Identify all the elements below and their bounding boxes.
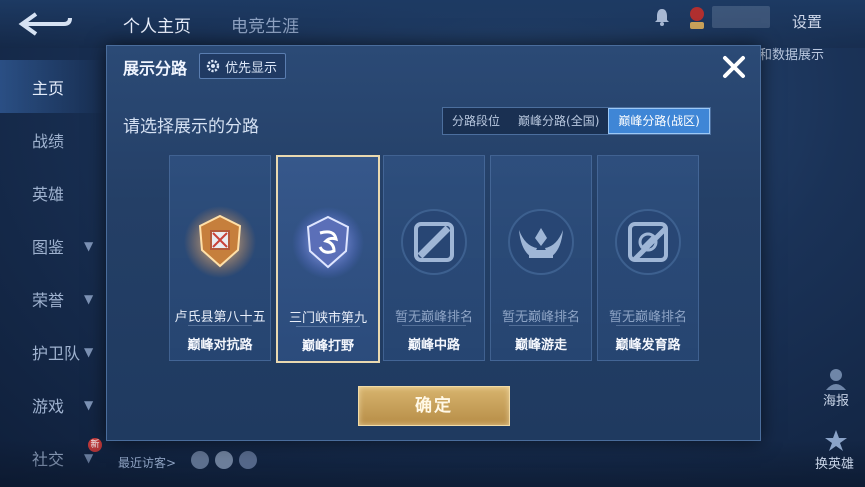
gear-icon (206, 59, 220, 73)
change-hero-label[interactable]: 换英雄 (815, 453, 854, 472)
sidebar-item-codex[interactable]: 图鉴 ▼ (0, 219, 105, 272)
sidebar-item-games[interactable]: 游戏 ▼ (0, 378, 105, 431)
marksman-icon (615, 209, 681, 275)
card-divider (616, 325, 680, 326)
chevron-down-icon: ▼ (84, 397, 94, 412)
sidebar-item-label: 图鉴 (32, 237, 65, 257)
sidebar-item-label: 英雄 (32, 184, 65, 204)
settings-button[interactable]: 设置 (792, 11, 822, 32)
segment-peak-region[interactable]: 巅峰分路(战区) (608, 108, 710, 134)
card-lane-name: 巅峰游走 (514, 338, 567, 353)
vip-badge-icon[interactable] (688, 5, 706, 31)
sidebar: 主页 战绩 英雄 图鉴▼ 荣誉▼ 护卫队▼ 游戏▼ 社交▼ (0, 60, 105, 484)
priority-display-button[interactable]: 优先显示 (199, 53, 287, 79)
lane-source-segmented-control: 分路段位 巅峰分路(全国) 巅峰分路(战区) (442, 107, 711, 135)
tab-esports-career[interactable]: 电竞生涯 (231, 12, 299, 37)
lane-card-mid[interactable]: 暂无巅峰排名 巅峰中路 (383, 155, 485, 361)
segment-peak-national[interactable]: 巅峰分路(全国) (509, 108, 608, 134)
sidebar-item-honor[interactable]: 荣誉 ▼ (0, 272, 105, 325)
lane-card-bottom[interactable]: 暂无巅峰排名 巅峰发育路 (597, 155, 699, 361)
card-rank-text: 暂无巅峰排名 (394, 310, 473, 325)
lane-card-top[interactable]: 卢氏县第八十五 巅峰对抗路 (169, 155, 271, 361)
card-rank-text: 暂无巅峰排名 (608, 310, 687, 325)
dialog-subtitle: 请选择展示的分路 (123, 117, 259, 137)
card-divider (296, 326, 360, 327)
back-arrow-icon[interactable] (14, 10, 74, 38)
visitor-avatars[interactable] (190, 449, 262, 471)
recent-visitors-link[interactable]: 最近访客> (118, 454, 176, 471)
chevron-down-icon: ▼ (84, 291, 94, 306)
gold-shield-emblem-icon (184, 206, 256, 278)
card-lane-name: 巅峰对抗路 (187, 338, 253, 353)
dialog-title: 展示分路 (123, 59, 188, 78)
sidebar-item-guard[interactable]: 护卫队 ▼ (0, 325, 105, 378)
lane-card-roam[interactable]: 暂无巅峰排名 巅峰游走 (490, 155, 592, 361)
data-display-partial-label: 和数据展示 (759, 48, 825, 63)
sidebar-item-label: 护卫队 (32, 343, 81, 363)
card-rank-text: 卢氏县第八十五 (174, 310, 266, 325)
sidebar-item-label: 游戏 (32, 396, 65, 416)
sidebar-item-home[interactable]: 主页 (0, 60, 105, 113)
poster-icon[interactable] (823, 366, 849, 390)
priority-display-label: 优先显示 (225, 60, 278, 76)
segment-lane-tier[interactable]: 分路段位 (443, 108, 509, 134)
card-divider (402, 325, 466, 326)
mid-lane-icon (401, 209, 467, 275)
vip-info-panel[interactable] (712, 6, 770, 28)
chevron-down-icon: ▼ (84, 238, 94, 253)
card-lane-name: 巅峰打野 (301, 339, 354, 354)
bell-icon[interactable] (654, 8, 670, 26)
sidebar-item-label: 战绩 (32, 131, 65, 151)
close-icon (723, 56, 745, 78)
close-button[interactable] (717, 50, 751, 84)
card-lane-name: 巅峰中路 (407, 338, 460, 353)
sidebar-item-label: 荣誉 (32, 290, 65, 310)
tab-personal-home[interactable]: 个人主页 (123, 12, 191, 37)
confirm-button[interactable]: 确定 (358, 386, 510, 426)
card-rank-text: 暂无巅峰排名 (501, 310, 580, 325)
card-divider (509, 325, 573, 326)
sidebar-item-heroes[interactable]: 英雄 (0, 166, 105, 219)
lane-card-jungle[interactable]: 三门峡市第九 巅峰打野 (276, 155, 380, 363)
card-divider (188, 325, 252, 326)
support-wings-icon (508, 209, 574, 275)
sidebar-item-label: 主页 (32, 78, 65, 98)
card-lane-name: 巅峰发育路 (615, 338, 681, 353)
sidebar-item-record[interactable]: 战绩 (0, 113, 105, 166)
change-hero-icon[interactable] (823, 428, 849, 452)
blue-shield-emblem-icon (292, 207, 364, 279)
lane-display-dialog: 展示分路 优先显示 请选择展示的分路 分路段位 巅峰分路(全国) 巅峰分路(战区… (106, 45, 761, 441)
card-rank-text: 三门峡市第九 (288, 311, 367, 326)
poster-label[interactable]: 海报 (823, 390, 849, 409)
chevron-down-icon: ▼ (84, 344, 94, 359)
